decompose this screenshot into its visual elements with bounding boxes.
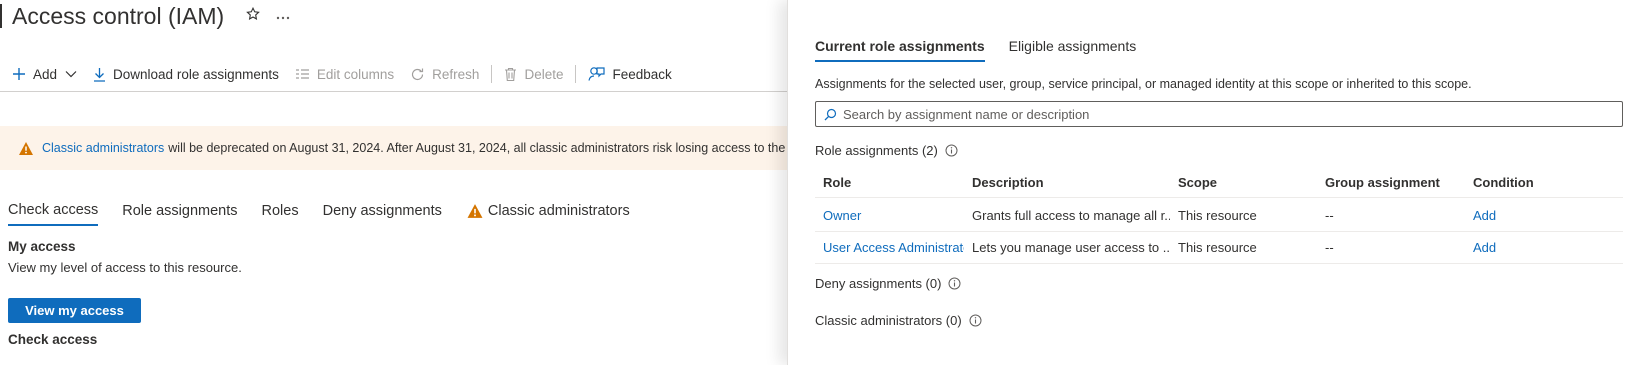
deny-assignments-heading: Deny assignments (0) [815,276,942,291]
column-header-role[interactable]: Role [815,175,964,190]
classic-administrators-link[interactable]: Classic administrators [42,141,164,155]
iam-tabs: Check access Role assignments Roles Deny… [8,202,654,226]
banner-message: will be deprecated on August 31, 2024. A… [168,141,787,155]
warning-icon [18,141,34,156]
tab-classic-administrators-label: Classic administrators [487,203,630,219]
search-box[interactable] [815,101,1623,127]
download-icon [94,67,106,82]
classic-administrators-heading: Classic administrators (0) [815,313,962,328]
column-header-scope[interactable]: Scope [1170,175,1317,190]
search-icon [824,108,837,120]
assignments-panel: Current role assignments Eligible assign… [787,0,1631,365]
deprecation-banner: Classic administrators will be deprecate… [0,126,787,170]
view-my-access-button[interactable]: View my access [8,298,141,323]
my-access-heading: My access [8,239,76,254]
info-icon[interactable] [948,277,961,290]
main-pane: Access control (IAM) Add Download role a… [0,0,787,365]
tab-deny-assignments[interactable]: Deny assignments [323,202,442,226]
tab-current-role-assignments[interactable]: Current role assignments [815,38,985,62]
star-icon[interactable] [246,6,260,26]
column-header-group-assignment[interactable]: Group assignment [1317,175,1465,190]
title-row: Access control (IAM) [0,0,290,32]
refresh-button[interactable]: Refresh [410,67,479,82]
info-icon[interactable] [969,314,982,327]
tab-eligible-assignments[interactable]: Eligible assignments [1009,38,1137,62]
panel-description: Assignments for the selected user, group… [815,77,1472,91]
column-header-condition[interactable]: Condition [1465,175,1615,190]
feedback-button[interactable]: Feedback [588,66,672,82]
refresh-label: Refresh [432,66,480,82]
tab-roles[interactable]: Roles [262,202,299,226]
info-icon[interactable] [945,144,958,157]
feedback-label: Feedback [612,66,672,82]
role-link[interactable]: Owner [815,208,964,223]
refresh-icon [412,68,424,80]
plus-icon [13,68,25,80]
delete-button[interactable]: Delete [504,67,563,82]
role-scope: This resource [1178,240,1257,255]
edit-columns-button[interactable]: Edit columns [295,67,394,82]
deny-assignments-heading-row: Deny assignments (0) [815,276,961,291]
chevron-down-icon [65,71,77,78]
role-assignments-table: Role Description Scope Group assignment … [815,168,1623,264]
add-condition-link[interactable]: Add [1465,240,1615,255]
toolbar-separator [575,65,577,83]
download-label: Download role assignments [113,66,279,82]
table-header-row: Role Description Scope Group assignment … [815,168,1623,198]
trash-icon [505,67,517,81]
classic-administrators-heading-row: Classic administrators (0) [815,313,982,328]
check-access-heading: Check access [8,332,98,347]
tab-role-assignments[interactable]: Role assignments [122,202,237,226]
add-label: Add [33,66,58,82]
toolbar-separator [491,65,493,83]
table-row: User Access Administrator Lets you manag… [815,232,1623,264]
delete-label: Delete [524,66,564,82]
table-row: Owner Grants full access to manage all r… [815,200,1623,232]
role-description: Grants full access to manage all r... [972,208,1170,223]
my-access-description: View my level of access to this resource… [8,260,242,275]
add-button[interactable]: Add [12,67,77,82]
group-assignment: -- [1325,208,1334,223]
role-link[interactable]: User Access Administrator [815,240,964,255]
download-role-assignments-button[interactable]: Download role assignments [93,67,279,82]
more-icon[interactable] [276,7,290,25]
role-scope: This resource [1178,208,1257,223]
panel-tabs: Current role assignments Eligible assign… [815,38,1160,62]
command-bar: Add Download role assignments Edit colum… [12,62,688,86]
warning-icon [467,204,483,218]
columns-icon [295,69,309,79]
column-header-description[interactable]: Description [964,175,1170,190]
toolbar-divider [0,91,787,92]
page-title: Access control (IAM) [12,2,225,29]
edit-columns-label: Edit columns [316,66,395,82]
role-assignments-heading-row: Role assignments (2) [815,143,958,158]
feedback-icon [588,67,606,81]
search-input[interactable] [843,106,1603,122]
role-assignments-heading: Role assignments (2) [815,143,938,158]
title-divider [0,4,2,28]
role-description: Lets you manage user access to ... [972,240,1170,255]
tab-classic-administrators[interactable]: Classic administrators [466,202,630,226]
group-assignment: -- [1325,240,1334,255]
tab-check-access[interactable]: Check access [8,202,99,226]
add-condition-link[interactable]: Add [1465,208,1615,223]
